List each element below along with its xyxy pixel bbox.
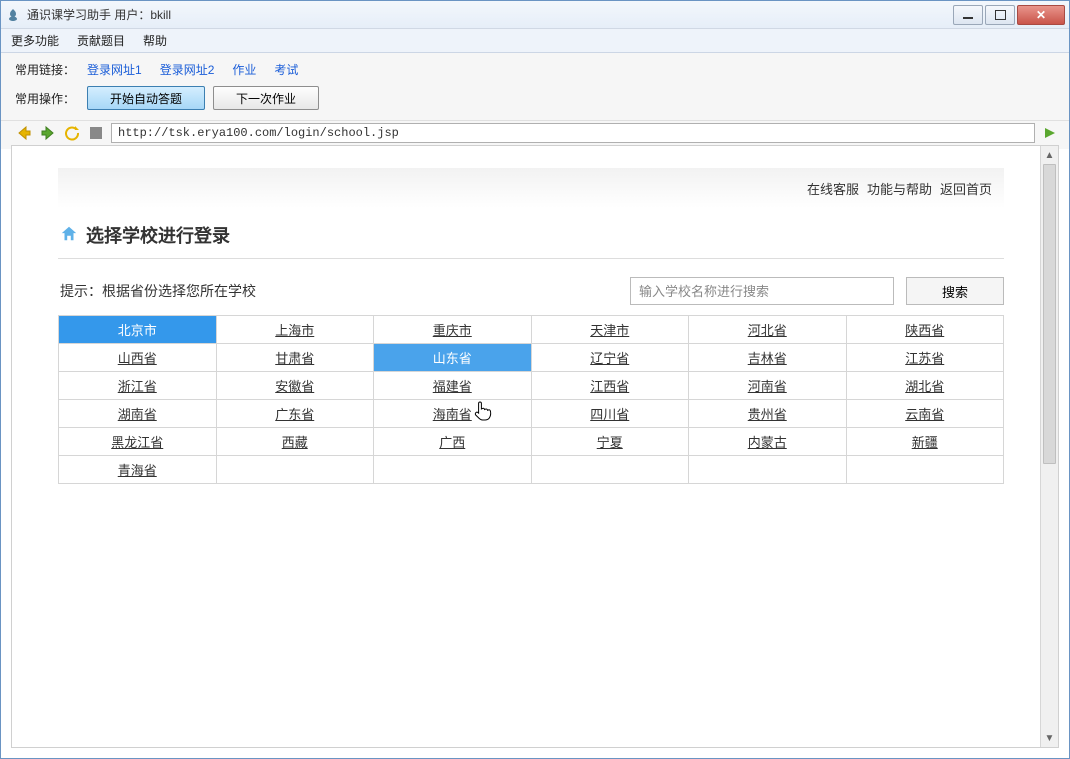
province-cell[interactable]: 江西省 bbox=[532, 372, 690, 400]
forward-icon[interactable] bbox=[39, 124, 57, 142]
province-cell[interactable]: 吉林省 bbox=[689, 344, 847, 372]
province-cell[interactable]: 山西省 bbox=[59, 344, 217, 372]
province-cell[interactable]: 安徽省 bbox=[217, 372, 375, 400]
header-link-help[interactable]: 功能与帮助 bbox=[867, 179, 932, 198]
section-title-row: 选择学校进行登录 bbox=[58, 214, 1004, 259]
maximize-button[interactable] bbox=[985, 5, 1015, 25]
url-input[interactable] bbox=[111, 123, 1035, 143]
province-cell[interactable]: 甘肃省 bbox=[217, 344, 375, 372]
java-icon bbox=[5, 7, 21, 23]
province-cell[interactable]: 广东省 bbox=[217, 400, 375, 428]
page-header: 在线客服 功能与帮助 返回首页 bbox=[58, 168, 1004, 208]
window-controls bbox=[953, 5, 1065, 25]
link-login2[interactable]: 登录网址2 bbox=[160, 61, 215, 78]
province-cell[interactable]: 青海省 bbox=[59, 456, 217, 484]
toolbar: 常用链接： 登录网址1 登录网址2 作业 考试 常用操作： 开始自动答题 下一次… bbox=[1, 53, 1069, 121]
province-cell[interactable]: 北京市 bbox=[59, 316, 217, 344]
province-cell[interactable]: 贵州省 bbox=[689, 400, 847, 428]
menu-more[interactable]: 更多功能 bbox=[7, 30, 63, 51]
scroll-thumb[interactable] bbox=[1043, 164, 1056, 464]
province-cell[interactable]: 河南省 bbox=[689, 372, 847, 400]
go-icon[interactable] bbox=[1041, 124, 1059, 142]
search-input[interactable] bbox=[630, 277, 894, 305]
scroll-down-icon[interactable] bbox=[1041, 729, 1058, 747]
province-cell[interactable]: 浙江省 bbox=[59, 372, 217, 400]
province-cell[interactable]: 黑龙江省 bbox=[59, 428, 217, 456]
auto-answer-button[interactable]: 开始自动答题 bbox=[87, 86, 205, 110]
content-area: 在线客服 功能与帮助 返回首页 选择学校进行登录 提示：根据省份选择您所在学校 bbox=[11, 145, 1059, 748]
province-cell[interactable]: 西藏 bbox=[217, 428, 375, 456]
province-cell[interactable]: 江苏省 bbox=[847, 344, 1005, 372]
links-label: 常用链接： bbox=[15, 61, 75, 78]
header-link-home[interactable]: 返回首页 bbox=[940, 179, 992, 198]
province-cell bbox=[689, 456, 847, 484]
content-inner: 在线客服 功能与帮助 返回首页 选择学校进行登录 提示：根据省份选择您所在学校 bbox=[12, 146, 1040, 747]
search-button[interactable]: 搜索 bbox=[906, 277, 1004, 305]
province-cell bbox=[532, 456, 690, 484]
close-button[interactable] bbox=[1017, 5, 1065, 25]
hint-row: 提示：根据省份选择您所在学校 搜索 bbox=[58, 259, 1004, 315]
province-cell[interactable]: 山东省 bbox=[374, 344, 532, 372]
province-cell[interactable]: 福建省 bbox=[374, 372, 532, 400]
province-cell[interactable]: 湖南省 bbox=[59, 400, 217, 428]
ops-row: 常用操作： 开始自动答题 下一次作业 bbox=[15, 86, 1055, 110]
page: 在线客服 功能与帮助 返回首页 选择学校进行登录 提示：根据省份选择您所在学校 bbox=[58, 150, 1004, 484]
province-cell[interactable]: 湖北省 bbox=[847, 372, 1005, 400]
back-icon[interactable] bbox=[15, 124, 33, 142]
province-grid: 北京市上海市重庆市天津市河北省陕西省山西省甘肃省山东省辽宁省吉林省江苏省浙江省安… bbox=[58, 315, 1004, 484]
window-frame: 通识课学习助手 用户：bkill 更多功能 贡献题目 帮助 常用链接： 登录网址… bbox=[0, 0, 1070, 759]
home-icon bbox=[60, 225, 78, 246]
link-login1[interactable]: 登录网址1 bbox=[87, 61, 142, 78]
province-cell bbox=[217, 456, 375, 484]
province-cell[interactable]: 新疆 bbox=[847, 428, 1005, 456]
ops-label: 常用操作： bbox=[15, 90, 75, 107]
province-cell[interactable]: 陕西省 bbox=[847, 316, 1005, 344]
menu-help[interactable]: 帮助 bbox=[139, 30, 171, 51]
link-homework[interactable]: 作业 bbox=[232, 61, 256, 78]
menu-contribute[interactable]: 贡献题目 bbox=[73, 30, 129, 51]
header-link-service[interactable]: 在线客服 bbox=[807, 179, 859, 198]
province-cell[interactable]: 辽宁省 bbox=[532, 344, 690, 372]
minimize-button[interactable] bbox=[953, 5, 983, 25]
hint-text: 提示：根据省份选择您所在学校 bbox=[60, 281, 618, 301]
scrollbar[interactable] bbox=[1040, 146, 1058, 747]
stop-icon[interactable] bbox=[87, 124, 105, 142]
province-cell[interactable]: 上海市 bbox=[217, 316, 375, 344]
province-cell[interactable]: 云南省 bbox=[847, 400, 1005, 428]
province-cell[interactable]: 重庆市 bbox=[374, 316, 532, 344]
scroll-up-icon[interactable] bbox=[1041, 146, 1058, 164]
links-row: 常用链接： 登录网址1 登录网址2 作业 考试 bbox=[15, 61, 1055, 78]
province-cell[interactable]: 天津市 bbox=[532, 316, 690, 344]
link-exam[interactable]: 考试 bbox=[274, 61, 298, 78]
province-cell bbox=[847, 456, 1005, 484]
province-cell bbox=[374, 456, 532, 484]
province-cell[interactable]: 河北省 bbox=[689, 316, 847, 344]
province-cell[interactable]: 四川省 bbox=[532, 400, 690, 428]
refresh-icon[interactable] bbox=[63, 124, 81, 142]
window-title: 通识课学习助手 用户：bkill bbox=[27, 6, 953, 23]
section-title: 选择学校进行登录 bbox=[86, 222, 230, 248]
menubar: 更多功能 贡献题目 帮助 bbox=[1, 29, 1069, 53]
province-cell[interactable]: 海南省 bbox=[374, 400, 532, 428]
province-cell[interactable]: 内蒙古 bbox=[689, 428, 847, 456]
province-cell[interactable]: 宁夏 bbox=[532, 428, 690, 456]
titlebar: 通识课学习助手 用户：bkill bbox=[1, 1, 1069, 29]
province-cell[interactable]: 广西 bbox=[374, 428, 532, 456]
next-homework-button[interactable]: 下一次作业 bbox=[213, 86, 319, 110]
